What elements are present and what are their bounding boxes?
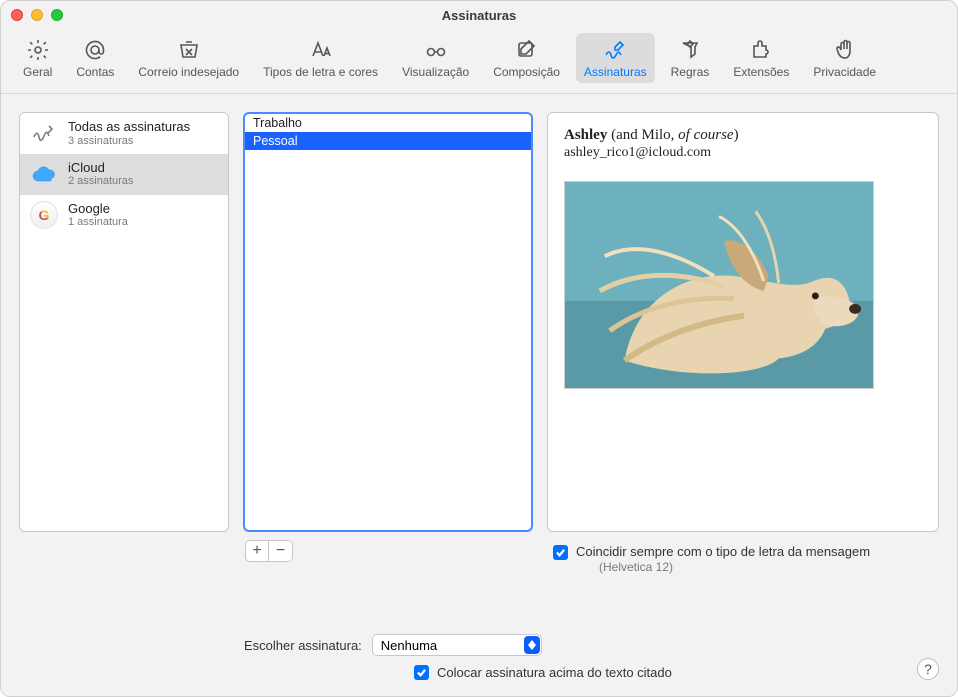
hand-icon: [833, 37, 857, 63]
tab-signatures[interactable]: Assinaturas: [576, 33, 655, 83]
account-name: Todas as assinaturas: [68, 119, 190, 135]
google-icon: G: [30, 201, 58, 229]
gear-icon: [26, 37, 50, 63]
choose-signature-select[interactable]: Nenhuma: [372, 634, 542, 656]
account-count: 3 assinaturas: [68, 135, 190, 148]
accounts-list[interactable]: Todas as assinaturas 3 assinaturas iClou…: [19, 112, 229, 532]
window-title: Assinaturas: [1, 8, 957, 23]
signature-email: ashley_rico1@icloud.com: [564, 145, 922, 161]
account-google[interactable]: G Google 1 assinatura: [20, 195, 228, 236]
account-name: Google: [68, 201, 128, 217]
add-signature-button[interactable]: +: [245, 540, 269, 562]
choose-signature-value: Nenhuma: [381, 638, 437, 653]
account-icloud[interactable]: iCloud 2 assinaturas: [20, 154, 228, 195]
trash-icon: [177, 37, 201, 63]
signature-preview[interactable]: Ashley (and Milo, of course) ashley_rico…: [547, 112, 939, 532]
tab-privacy[interactable]: Privacidade: [805, 33, 884, 83]
cloud-icon: [30, 160, 58, 188]
font-icon: [309, 37, 333, 63]
tab-viewing[interactable]: Visualização: [394, 33, 477, 83]
tab-junk[interactable]: Correio indesejado: [130, 33, 247, 83]
account-count: 2 assinaturas: [68, 175, 133, 188]
select-arrows-icon: [524, 636, 540, 654]
tab-accounts[interactable]: Contas: [68, 33, 122, 83]
account-count: 1 assinatura: [68, 216, 128, 229]
tab-extensions[interactable]: Extensões: [725, 33, 797, 83]
signature-icon: [603, 37, 627, 63]
tab-general[interactable]: Geral: [15, 33, 60, 83]
puzzle-icon: [749, 37, 773, 63]
account-all-signatures[interactable]: Todas as assinaturas 3 assinaturas: [20, 113, 228, 154]
tab-composing[interactable]: Composição: [485, 33, 568, 83]
at-icon: [83, 37, 107, 63]
preferences-toolbar: Geral Contas Correio indesejado Tipos de…: [1, 29, 957, 94]
glasses-icon: [424, 37, 448, 63]
signature-name-line: Ashley (and Milo, of course): [564, 127, 922, 144]
tab-rules[interactable]: Regras: [663, 33, 718, 83]
place-above-checkbox[interactable]: [414, 665, 429, 680]
match-font-detail: (Helvetica 12): [599, 560, 870, 574]
account-name: iCloud: [68, 160, 133, 176]
rules-icon: [678, 37, 702, 63]
signature-icon: [30, 119, 58, 147]
match-font-checkbox[interactable]: [553, 545, 568, 560]
help-button[interactable]: ?: [917, 658, 939, 680]
match-font-label: Coincidir sempre com o tipo de letra da …: [576, 544, 870, 559]
titlebar: Assinaturas: [1, 1, 957, 29]
signature-list[interactable]: Trabalho Pessoal: [243, 112, 533, 532]
signature-item-trabalho[interactable]: Trabalho: [245, 114, 531, 132]
choose-signature-label: Escolher assinatura:: [244, 638, 362, 653]
place-above-label: Colocar assinatura acima do texto citado: [437, 665, 672, 680]
remove-signature-button[interactable]: −: [269, 540, 293, 562]
tab-fonts[interactable]: Tipos de letra e cores: [255, 33, 386, 83]
signature-item-pessoal[interactable]: Pessoal: [245, 132, 531, 150]
compose-icon: [515, 37, 539, 63]
signature-image: [564, 181, 874, 389]
